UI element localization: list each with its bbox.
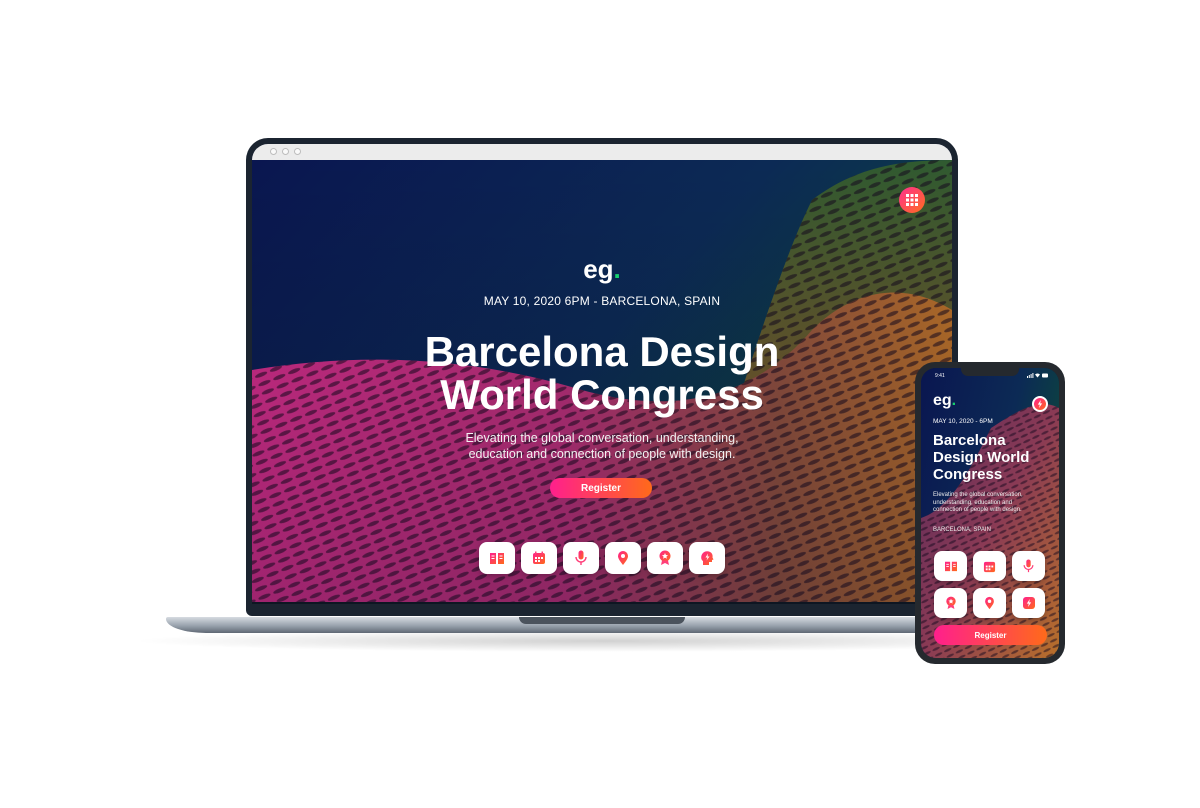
phone-menu-button[interactable] <box>1032 396 1048 412</box>
tile-microphone[interactable] <box>563 542 599 574</box>
event-meta: MAY 10, 2020 6PM - BARCELONA, SPAIN <box>483 294 721 308</box>
phone-tile-location[interactable] <box>973 588 1006 618</box>
hero-subtitle-line-1: Elevating the global conversation, under… <box>465 431 739 445</box>
logo-dot: . <box>613 254 621 284</box>
page-title-line-2: World Congress <box>440 371 764 418</box>
phone-title-line-3: Congress <box>933 466 1003 483</box>
phone-title-line-2: Design World <box>933 449 1030 466</box>
tile-badge[interactable] <box>647 542 683 574</box>
location-pin-icon <box>618 551 628 565</box>
phone-tile-badge[interactable] <box>934 588 967 618</box>
logo-text: eg <box>583 254 614 284</box>
head-lightning-icon <box>701 551 714 565</box>
phone-site-logo[interactable]: eg. <box>933 392 956 410</box>
site-logo[interactable]: eg. <box>252 254 952 285</box>
phone-subtitle-line-2: understanding, education and <box>933 499 1013 506</box>
phone-tile-calendar[interactable] <box>973 551 1006 581</box>
register-button[interactable]: Register <box>550 478 652 498</box>
phone-logo-dot: . <box>951 392 957 409</box>
tile-calendar[interactable] <box>521 542 557 574</box>
phone-location: BARCELONA, SPAIN <box>933 527 991 533</box>
phone-event-date: MAY 10, 2020 - 6PM <box>933 418 993 425</box>
microphone-icon <box>575 550 587 565</box>
laptop-base-notch <box>519 617 685 624</box>
phone-subtitle-line-3: connection of people with design. <box>933 507 1022 513</box>
tile-head[interactable] <box>689 542 725 574</box>
laptop-screen: eg. MAY 10, 2020 6PM - BARCELONA, SPAIN … <box>252 144 952 604</box>
website-hero: eg. MAY 10, 2020 6PM - BARCELONA, SPAIN … <box>252 160 952 602</box>
phone-tile-lightning[interactable] <box>1012 588 1045 618</box>
phone-register-button[interactable]: Register <box>934 625 1047 645</box>
lightning-icon <box>1034 398 1046 410</box>
badge-star-icon <box>659 550 671 565</box>
hero-subtitle: Elevating the global conversation, under… <box>252 430 952 462</box>
browser-toolbar <box>252 144 952 160</box>
phone-tile-microphone[interactable] <box>1012 551 1045 581</box>
phone-subtitle: Elevating the global conversation, under… <box>933 492 1057 515</box>
browser-dot-close[interactable] <box>270 148 277 155</box>
location-pin-icon <box>985 596 994 610</box>
book-icon <box>490 553 504 564</box>
book-icon <box>944 561 957 572</box>
page-title-line-1: Barcelona Design <box>424 328 780 375</box>
phone-title-line-1: Barcelona <box>933 432 1006 449</box>
apps-menu-button[interactable] <box>899 187 925 213</box>
phone-screen: 9:41 eg. MAY 10, 2020 - 6PM Barcelona De… <box>921 368 1059 658</box>
status-indicators <box>1027 373 1049 378</box>
grid-icon <box>906 194 918 206</box>
tile-book[interactable] <box>479 542 515 574</box>
status-time: 9:41 <box>935 373 945 379</box>
phone-subtitle-line-1: Elevating the global conversation, <box>933 492 1023 498</box>
laptop-bezel-bottom <box>252 602 952 604</box>
phone-logo-text: eg <box>933 392 952 409</box>
page-title: Barcelona Design World Congress <box>252 330 952 416</box>
browser-dot-maximize[interactable] <box>294 148 301 155</box>
phone-notch <box>961 368 1019 376</box>
lightning-icon <box>1022 597 1035 609</box>
phone-page-title: Barcelona Design World Congress <box>933 432 1057 483</box>
browser-dot-minimize[interactable] <box>282 148 289 155</box>
calendar-icon <box>983 561 996 572</box>
tile-location[interactable] <box>605 542 641 574</box>
calendar-icon <box>533 551 545 564</box>
badge-star-icon <box>945 596 956 609</box>
signal-wifi-battery-icon <box>1027 373 1048 378</box>
microphone-icon <box>1023 559 1034 573</box>
hero-subtitle-line-2: education and connection of people with … <box>468 447 736 461</box>
phone-tile-book[interactable] <box>934 551 967 581</box>
